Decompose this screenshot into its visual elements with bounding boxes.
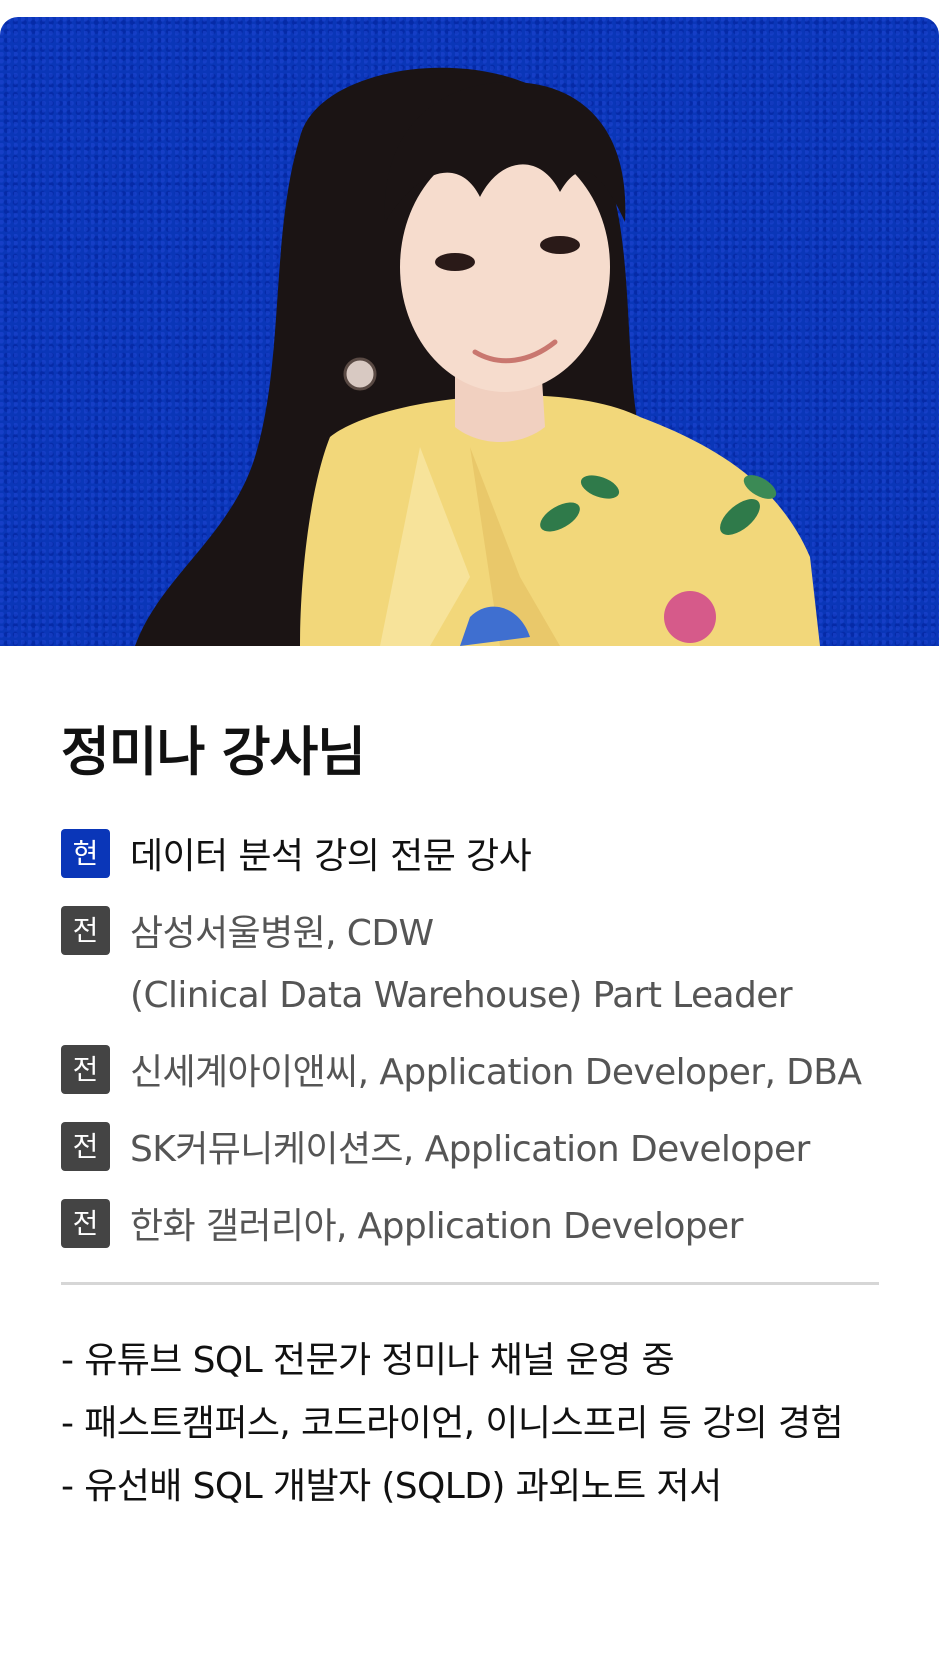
note-item: - 유튜브 SQL 전문가 정미나 채널 운영 중 [61,1340,675,1381]
note-item: - 유선배 SQL 개발자 (SQLD) 과외노트 저서 [61,1466,722,1507]
current-badge: 현 [61,829,110,878]
career-text: 데이터 분석 강의 전문 강사 [130,826,532,888]
career-text: 신세계아이앤씨, Application Developer, DBA [130,1042,862,1104]
career-list: 현 데이터 분석 강의 전문 강사 전 삼성서울병원, CDW (Clinica… [61,826,921,1258]
notes-list: - 유튜브 SQL 전문가 정미나 채널 운영 중 - 패스트캠퍼스, 코드라이… [61,1329,921,1518]
instructor-photo [0,17,939,646]
career-line: SK커뮤니케이션즈, Application Developer [130,1129,810,1170]
career-line: 데이터 분석 강의 전문 강사 [130,836,532,877]
career-line: 신세계아이앤씨, Application Developer, DBA [130,1052,862,1093]
former-badge: 전 [61,906,110,955]
instructor-card: 정미나 강사님 현 데이터 분석 강의 전문 강사 전 삼성서울병원, CDW … [0,17,939,1668]
career-line: (Clinical Data Warehouse) Part Leader [130,975,793,1016]
former-badge: 전 [61,1199,110,1248]
instructor-name: 정미나 강사님 [61,722,366,783]
section-divider [61,1282,879,1285]
career-text: SK커뮤니케이션즈, Application Developer [130,1119,810,1181]
career-item-current: 현 데이터 분석 강의 전문 강사 [61,826,921,888]
career-text: 한화 갤러리아, Application Developer [130,1196,743,1258]
former-badge: 전 [61,1045,110,1094]
career-item-former: 전 SK커뮤니케이션즈, Application Developer [61,1119,921,1181]
portrait-illustration [135,67,820,646]
career-item-former: 전 신세계아이앤씨, Application Developer, DBA [61,1042,921,1104]
former-badge: 전 [61,1122,110,1171]
career-line: 한화 갤러리아, Application Developer [130,1206,743,1247]
career-item-former: 전 삼성서울병원, CDW (Clinical Data Warehouse) … [61,903,921,1027]
note-item: - 패스트캠퍼스, 코드라이언, 이니스프리 등 강의 경험 [61,1403,844,1444]
profile-content: 정미나 강사님 현 데이터 분석 강의 전문 강사 전 삼성서울병원, CDW … [61,720,921,1518]
career-text: 삼성서울병원, CDW (Clinical Data Warehouse) Pa… [130,903,793,1027]
career-line: 삼성서울병원, CDW [130,913,434,954]
career-item-former: 전 한화 갤러리아, Application Developer [61,1196,921,1258]
